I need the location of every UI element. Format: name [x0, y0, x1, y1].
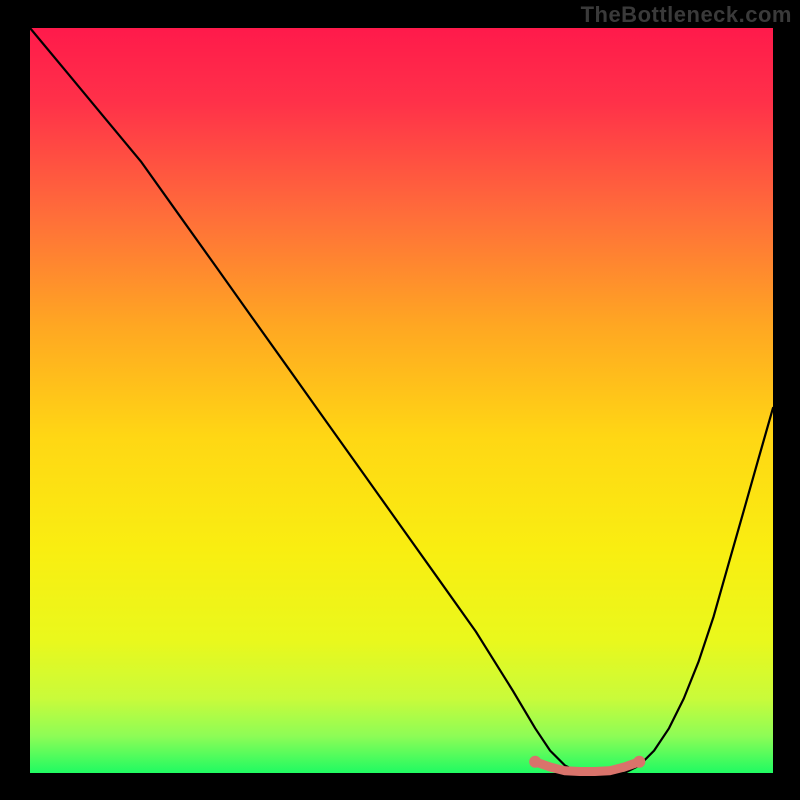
chart-stage: TheBottleneck.com: [0, 0, 800, 800]
plot-background: [30, 28, 773, 773]
watermark-text: TheBottleneck.com: [581, 2, 792, 28]
bottleneck-chart: [0, 0, 800, 800]
